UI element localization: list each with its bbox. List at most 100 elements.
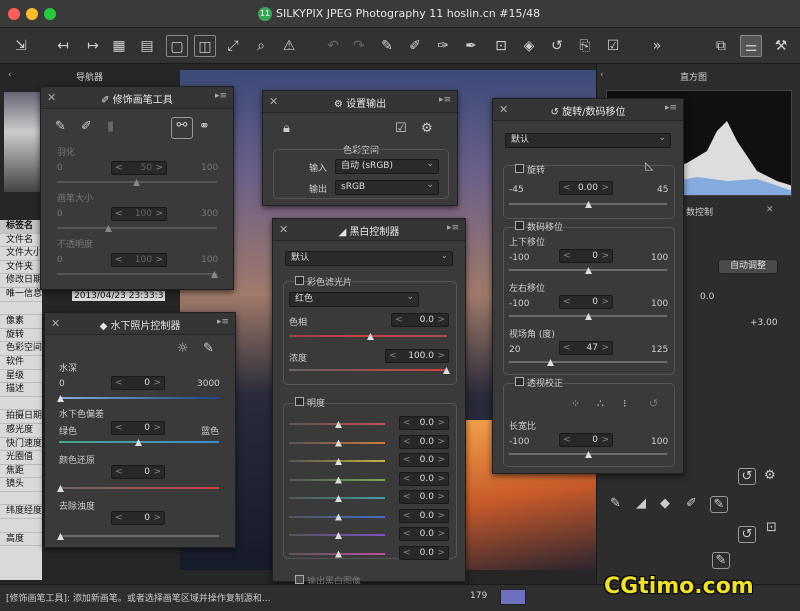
single-view-icon[interactable]: ▢ xyxy=(166,35,188,57)
output-bw-checkbox[interactable] xyxy=(295,575,304,584)
brightness-input[interactable]: 0.0 xyxy=(399,545,449,560)
prev-image-icon[interactable]: ↤ xyxy=(52,35,74,57)
minimize-window-button[interactable] xyxy=(26,8,38,20)
check-box-icon[interactable]: ☑ xyxy=(395,121,407,136)
next-image-icon[interactable]: ↦ xyxy=(82,35,104,57)
fish-icon[interactable]: ◆ xyxy=(660,496,670,511)
lock-icon[interactable]: 🔒︎ xyxy=(283,121,290,136)
size-slider[interactable] xyxy=(57,227,217,229)
rotate-panel-icon[interactable]: ↺ xyxy=(738,468,756,485)
fov-input[interactable]: 47 xyxy=(559,341,613,355)
perspective-checkbox[interactable] xyxy=(515,377,524,386)
eraser-icon[interactable]: ✒ xyxy=(460,35,482,57)
persp-vertical-icon[interactable]: ⁝ xyxy=(623,397,627,410)
compare-view-icon[interactable]: ◫ xyxy=(194,35,216,57)
brightness-input[interactable]: 0.0 xyxy=(399,434,449,449)
angle-icon[interactable]: ◺ xyxy=(645,159,653,172)
panel-menu-icon[interactable]: ▸≡ xyxy=(215,91,227,101)
histogram-back-icon[interactable]: ‹ xyxy=(600,70,604,80)
zoom-icon[interactable]: ⌕ xyxy=(250,35,272,57)
restore-slider[interactable] xyxy=(59,487,219,489)
filter-checkbox[interactable] xyxy=(295,276,304,285)
brush-tool-icon[interactable]: ✐ xyxy=(404,35,426,57)
panel-menu-icon[interactable]: ▸≡ xyxy=(447,223,459,233)
input-colorspace-select[interactable]: 自动 (sRGB) xyxy=(335,158,439,174)
rotate-input[interactable]: 0.00 xyxy=(559,181,613,195)
auto-adjust-button[interactable]: 自动调整 xyxy=(718,259,778,274)
panel-menu-icon[interactable]: ▸≡ xyxy=(665,103,677,113)
brush-warn-icon[interactable]: ✐ xyxy=(81,119,92,134)
persp-corners-icon[interactable]: ⁘ xyxy=(571,397,580,410)
bias-input[interactable]: 0 xyxy=(111,421,165,435)
restore-input[interactable]: 0 xyxy=(111,465,165,479)
dehaze-input[interactable]: 0 xyxy=(111,511,165,525)
vshift-input[interactable]: 0 xyxy=(559,249,613,263)
sun-icon[interactable]: ☼ xyxy=(177,341,189,356)
hshift-input[interactable]: 0 xyxy=(559,295,613,309)
opacity-slider[interactable] xyxy=(57,273,217,275)
filmstrip-view-icon[interactable]: ▤ xyxy=(136,35,158,57)
brightness-input[interactable]: 0.0 xyxy=(399,471,449,486)
rotate-small-icon[interactable]: ↺ xyxy=(738,526,756,543)
strength-slider[interactable] xyxy=(289,369,447,371)
close-window-button[interactable] xyxy=(8,8,20,20)
bw-preset-select[interactable]: 默认 xyxy=(285,250,453,266)
rotate-icon[interactable]: ↺ xyxy=(546,35,568,57)
opacity-input[interactable]: 100 xyxy=(111,253,167,267)
zoom-window-button[interactable] xyxy=(44,8,56,20)
shift-checkbox[interactable] xyxy=(515,221,524,230)
pen-icon[interactable]: ✐ xyxy=(686,496,697,511)
copy-icon[interactable]: ⎘ xyxy=(574,35,596,57)
expand-icon[interactable]: » xyxy=(646,35,668,57)
brightness-input[interactable]: 0.0 xyxy=(399,453,449,467)
fullscreen-icon[interactable]: ⤢ xyxy=(222,35,244,57)
brush-stamp-icon[interactable]: ⚭ xyxy=(199,119,210,134)
output-settings-icon[interactable]: ⚙ xyxy=(421,121,433,136)
panel-menu-icon[interactable]: ▸≡ xyxy=(439,95,451,105)
brightness-input[interactable]: 0.0 xyxy=(399,527,449,541)
feather-input[interactable]: 50 xyxy=(111,161,167,175)
panel-layout-icon[interactable]: ⧉ xyxy=(710,35,732,57)
hue-input[interactable]: 0.0 xyxy=(391,313,449,327)
brightness-input[interactable]: 0.0 xyxy=(399,508,449,523)
rotate-checkbox[interactable] xyxy=(515,164,524,173)
layers-icon[interactable]: ◈ xyxy=(518,35,540,57)
depth-input[interactable]: 0 xyxy=(111,376,165,390)
brightness-input[interactable]: 0.0 xyxy=(399,490,449,504)
persp-horizontal-icon[interactable]: ∴ xyxy=(597,397,604,410)
warning-icon[interactable]: ⚠ xyxy=(278,35,300,57)
pen-active-icon[interactable]: ✎ xyxy=(710,496,728,513)
strength-input[interactable]: 100.0 xyxy=(385,349,449,363)
pen-tool-icon[interactable]: ✎ xyxy=(712,552,730,569)
dropper-icon[interactable]: ✎ xyxy=(203,341,214,356)
grid-view-icon[interactable]: ▦ xyxy=(108,35,130,57)
crop-side-icon[interactable]: ⊡ xyxy=(766,520,777,535)
brush-erase-icon[interactable]: ▮ xyxy=(107,119,114,134)
output-colorspace-select[interactable]: sRGB xyxy=(335,179,439,195)
right-panel-close-icon[interactable]: ✕ xyxy=(766,205,774,215)
fov-slider[interactable] xyxy=(509,361,667,363)
rotate-preset-select[interactable]: 默认 xyxy=(505,132,671,148)
dropper-icon[interactable]: ✎ xyxy=(376,35,398,57)
paste-icon[interactable]: ✑ xyxy=(432,35,454,57)
crop-icon[interactable]: ⊡ xyxy=(490,35,512,57)
redo-icon[interactable]: ↷ xyxy=(348,35,370,57)
brush-copy-icon[interactable]: ⚯ xyxy=(171,117,193,139)
sliders-icon[interactable]: ⚌ xyxy=(740,35,762,57)
depth-slider[interactable] xyxy=(59,397,219,399)
size-input[interactable]: 100 xyxy=(111,207,167,221)
contrast-icon[interactable]: ◢ xyxy=(636,496,646,511)
brightness-checkbox[interactable] xyxy=(295,397,304,406)
check-icon[interactable]: ☑ xyxy=(602,35,624,57)
filter-color-select[interactable]: 红色 xyxy=(289,291,419,307)
dehaze-slider[interactable] xyxy=(59,535,219,537)
persp-reset-icon[interactable]: ↺ xyxy=(649,397,658,410)
export-icon[interactable]: ⇲ xyxy=(10,35,32,57)
brush-small-icon[interactable]: ✎ xyxy=(610,496,621,511)
settings-gear-icon[interactable]: ⚙ xyxy=(764,468,776,483)
brush-add-icon[interactable]: ✎ xyxy=(55,119,66,134)
aspect-input[interactable]: 0 xyxy=(559,433,613,447)
undo-icon[interactable]: ↶ xyxy=(322,35,344,57)
develop-icon[interactable]: ⚒ xyxy=(770,35,792,57)
left-arrow-icon[interactable]: ‹ xyxy=(8,70,12,80)
